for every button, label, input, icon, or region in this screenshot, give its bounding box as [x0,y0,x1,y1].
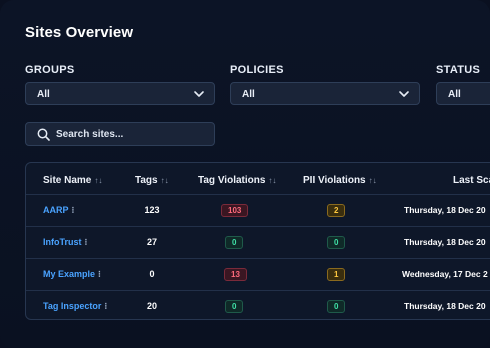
pii-violations-badge: 1 [327,268,346,281]
groups-select[interactable]: All [25,82,215,105]
row-menu-icon[interactable]: ⁝ [85,237,88,247]
column-header-label: Tag Violations [198,175,266,186]
status-select[interactable]: All [436,82,490,105]
table-row[interactable]: My Example ⁝ 0 13 1 Wednesday, 17 Dec 2 [26,258,490,291]
last-scan-date: Thursday, 18 Dec 20 [404,237,486,247]
page-title: Sites Overview [25,24,134,41]
chevron-down-icon [399,91,409,97]
tags-count: 123 [144,205,160,215]
last-scan-date: Thursday, 18 Dec 20 [404,205,486,215]
tag-violations-badge: 0 [225,236,244,249]
status-select-value: All [448,89,461,100]
status-label: STATUS [436,64,481,76]
row-menu-icon[interactable]: ⁝ [104,301,107,311]
search-placeholder: Search sites... [56,129,124,140]
tags-count: 27 [146,237,157,247]
pii-violations-badge: 0 [327,300,346,313]
table-row[interactable]: AARP ⁝ 123 103 2 Thursday, 18 Dec 20 [26,194,490,227]
column-header-tags[interactable]: Tags ↑↓ [135,175,169,186]
site-link[interactable]: InfoTrust ⁝ [43,237,87,248]
tags-count: 20 [146,301,157,311]
column-header-label: PII Violations [303,175,366,186]
site-name: InfoTrust [43,237,82,247]
last-scan-date: Thursday, 18 Dec 20 [404,301,486,311]
policies-label: POLICIES [230,64,284,76]
row-menu-icon[interactable]: ⁝ [72,205,75,215]
chevron-down-icon [194,91,204,97]
column-header-tag-violations[interactable]: Tag Violations ↑↓ [198,175,276,186]
column-header-pii-violations[interactable]: PII Violations ↑↓ [303,175,377,186]
site-link[interactable]: AARP ⁝ [43,205,74,216]
column-header-label: Tags [135,175,158,186]
column-header-label: Site Name [43,175,92,186]
site-name: Tag Inspector [43,301,102,311]
tag-violations-badge: 0 [225,300,244,313]
policies-select[interactable]: All [230,82,420,105]
last-scan-date: Wednesday, 17 Dec 2 [402,269,488,279]
groups-select-value: All [37,89,50,100]
column-header-site-name[interactable]: Site Name ↑↓ [43,175,102,186]
groups-label: GROUPS [25,64,75,76]
column-header-label: Last Sca [453,175,490,186]
column-header-last-scan[interactable]: Last Sca [453,175,490,186]
pii-violations-badge: 2 [327,204,346,217]
tag-violations-badge: 13 [224,268,247,281]
search-icon [37,128,50,141]
sort-icon: ↑↓ [160,176,169,185]
pii-violations-badge: 0 [327,236,346,249]
sort-icon: ↑↓ [268,176,277,185]
tags-count: 0 [149,269,155,279]
table-row[interactable]: InfoTrust ⁝ 27 0 0 Thursday, 18 Dec 20 [26,226,490,259]
table-row[interactable]: Tag Inspector ⁝ 20 0 0 Thursday, 18 Dec 2… [26,290,490,323]
tag-violations-badge: 103 [221,204,249,217]
site-link[interactable]: Tag Inspector ⁝ [43,301,107,312]
sites-overview-panel: Sites Overview GROUPS All POLICIES All S… [0,0,490,348]
site-link[interactable]: My Example ⁝ [43,269,101,280]
policies-select-value: All [242,89,255,100]
search-input[interactable]: Search sites... [25,122,215,146]
sort-icon: ↑↓ [94,176,103,185]
sort-icon: ↑↓ [368,176,377,185]
site-name: AARP [43,205,69,215]
row-menu-icon[interactable]: ⁝ [98,269,101,279]
sites-table: Site Name ↑↓ Tags ↑↓ Tag Violations ↑↓ PII … [25,162,490,320]
site-name: My Example [43,269,96,279]
